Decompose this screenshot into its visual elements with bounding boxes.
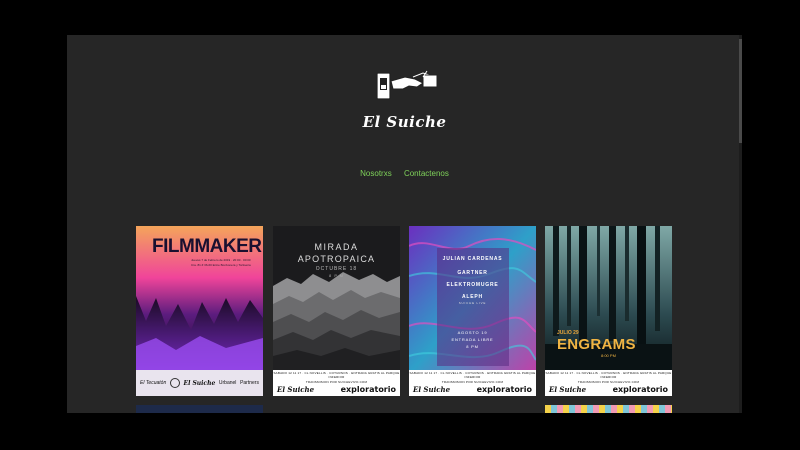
sponsor-label: El Tecuatón <box>140 380 167 386</box>
sponsor-label: Urbanel <box>218 380 237 386</box>
brand-el-suiche: El Suiche <box>277 385 315 394</box>
brand-el-suiche: El Suiche <box>413 385 451 394</box>
poster-title-line2: APOTROPAICA <box>297 254 376 264</box>
brand-exploratorio: exploratorio <box>476 385 532 394</box>
sponsor-label: El Suiche <box>183 379 216 387</box>
poster-time: 8 P.M <box>329 273 344 278</box>
poster-footer: SABADO 12 11 17 · CL NOVELLIS · COTURNOS… <box>545 370 672 396</box>
poster-subtitle: OCTUBRE 18 <box>315 266 358 272</box>
poster-time: 8 PM <box>466 344 479 349</box>
brand-el-suiche: El Suiche <box>549 385 587 394</box>
poster-footer-info: SABADO 12 11 17 · CL NOVELLIS · COTURNOS… <box>545 371 672 379</box>
poster-title: MIRADA <box>314 242 359 252</box>
poster-footer: El Tecuatón El Suiche Urbanel Partners <box>136 370 263 396</box>
poster-suiche-live[interactable]: JULIAN CARDENAS GARTNER ELEKTROMUGRE ALE… <box>409 226 536 396</box>
poster-entry: ENTRADA LIBRE <box>451 337 494 342</box>
nav-link-nosotrxs[interactable]: Nosotrxs <box>360 169 392 178</box>
poster-artist: ELEKTROMUGRE <box>446 282 499 288</box>
main-nav: Nosotrxs Contactenos <box>67 169 742 178</box>
poster-artist: ALEPH <box>462 294 483 300</box>
poster-footer: SABADO 12 11 17 · CL NOVELLIS · COTURNOS… <box>409 370 536 396</box>
brand-exploratorio: exploratorio <box>612 385 668 394</box>
poster-artist: JULIAN CARDENAS <box>442 256 503 262</box>
poster-date: AGOSTO 19 <box>457 330 488 335</box>
scrollbar-thumb[interactable] <box>739 39 742 143</box>
poster-time: 8:00 PM <box>601 353 616 358</box>
sponsor-logo-icon <box>169 378 180 388</box>
poster-date: Jueves 7 de Febrero de 2019 · 20:00 · 00… <box>191 258 251 262</box>
nav-link-contactenos[interactable]: Contactenos <box>404 169 449 178</box>
poster-title: FILMMAKER <box>152 236 262 257</box>
poster-footer: SABADO 12 11 17 · CL NOVELLIS · COTURNOS… <box>273 370 400 396</box>
poster-mirada-apotropaica[interactable]: MIRADA APOTROPAICA OCTUBRE 18 8 P.M SABA… <box>273 226 400 396</box>
poster-artist: GARTNER <box>457 270 488 276</box>
poster-footer-info: SABADO 12 11 17 · CL NOVELLIS · COTURNOS… <box>273 371 400 379</box>
site-title[interactable]: El Suiche <box>67 113 742 131</box>
poster-next-row[interactable] <box>136 405 263 413</box>
page-viewport: El Suiche Nosotrxs Contactenos FILMMAKER… <box>67 35 742 413</box>
poster-venue: Cra. 81 # 36-60 Entre Bonbonera y Tortis… <box>191 263 251 267</box>
poster-footer-info: SABADO 12 11 17 · CL NOVELLIS · COTURNOS… <box>409 371 536 379</box>
sponsor-label: Partners <box>240 380 259 386</box>
poster-subtitle: SUICHE LIVE <box>458 301 487 305</box>
poster-filmmaker[interactable]: FILMMAKER Jueves 7 de Febrero de 2019 · … <box>136 226 263 396</box>
poster-engrams[interactable]: JULIO 29 ENGRAMS 8:00 PM SABADO 12 11 17… <box>545 226 672 396</box>
brand-exploratorio: exploratorio <box>340 385 396 394</box>
scrollbar[interactable] <box>739 35 742 413</box>
poster-next-row[interactable] <box>545 405 672 413</box>
poster-title: ENGRAMS <box>557 336 636 353</box>
